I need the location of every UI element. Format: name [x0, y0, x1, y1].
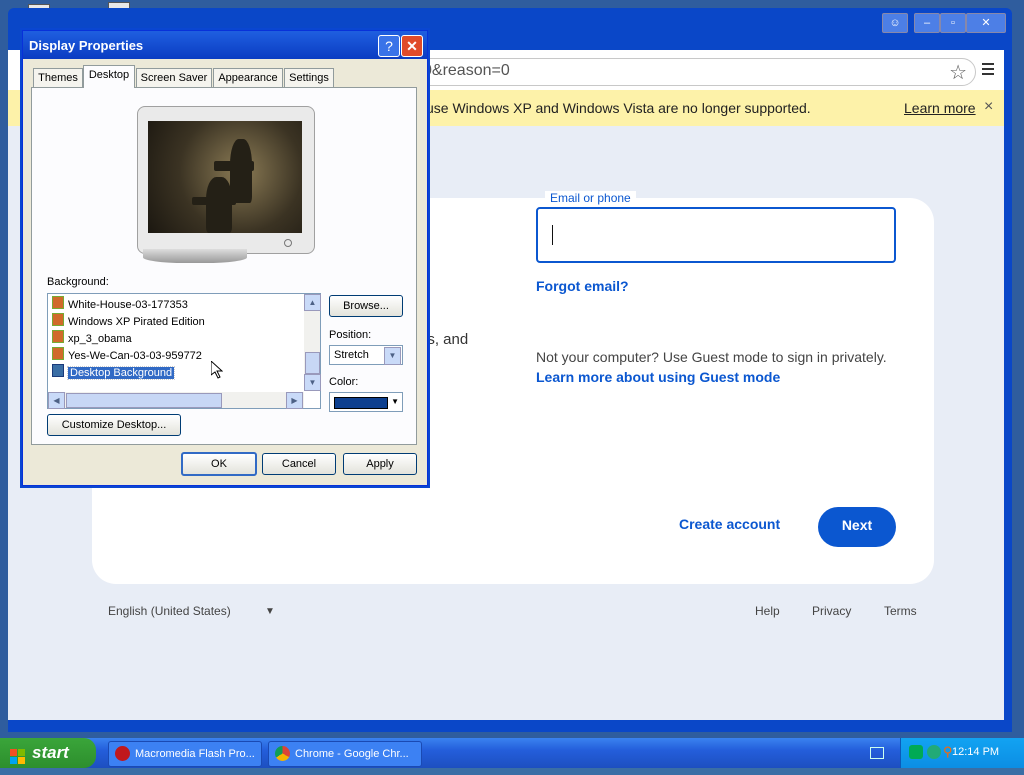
- create-account-button[interactable]: Create account: [679, 516, 780, 532]
- scroll-thumb[interactable]: [66, 393, 222, 408]
- flash-icon: [115, 746, 130, 761]
- color-picker[interactable]: ▼: [329, 392, 403, 412]
- list-item[interactable]: xp_3_obama: [52, 330, 132, 346]
- address-text: 0&reason=0: [423, 62, 510, 79]
- background-list[interactable]: White-House-03-177353 Windows XP Pirated…: [47, 293, 321, 409]
- clock: 12:14 PM: [952, 746, 1000, 758]
- keyboard-icon[interactable]: [870, 747, 884, 759]
- list-item[interactable]: Yes-We-Can-03-03-959772: [52, 347, 202, 363]
- mouse-cursor-icon: [211, 361, 223, 379]
- list-item[interactable]: Windows XP Pirated Edition: [52, 313, 205, 329]
- minimize-icon[interactable]: –: [914, 13, 940, 33]
- email-label: Email or phone: [545, 191, 636, 205]
- star-icon[interactable]: ☆: [949, 60, 967, 85]
- scroll-left-icon[interactable]: ◀: [48, 392, 65, 409]
- scroll-down-icon[interactable]: ▼: [304, 374, 321, 391]
- footer-help[interactable]: Help: [755, 604, 780, 618]
- horizontal-scrollbar[interactable]: ◀ ▶: [48, 392, 304, 409]
- color-label: Color:: [329, 376, 359, 388]
- scroll-right-icon[interactable]: ▶: [286, 392, 303, 409]
- image-file-icon: [52, 296, 64, 309]
- customize-desktop-button[interactable]: Customize Desktop...: [47, 414, 181, 436]
- chevron-down-icon[interactable]: ▼: [265, 606, 275, 617]
- position-select[interactable]: Stretch ▼: [329, 345, 403, 365]
- restore-icon[interactable]: ▫: [940, 13, 966, 33]
- taskbar-item-flash[interactable]: Macromedia Flash Pro...: [108, 741, 262, 767]
- banner-text: use Windows XP and Windows Vista are no …: [426, 100, 811, 116]
- ok-button[interactable]: OK: [181, 452, 257, 476]
- cancel-button[interactable]: Cancel: [262, 453, 336, 475]
- dialog-titlebar[interactable]: Display Properties ? ✕: [23, 31, 427, 59]
- apply-button[interactable]: Apply: [343, 453, 417, 475]
- vertical-scrollbar[interactable]: ▲ ▼: [304, 294, 321, 391]
- email-input[interactable]: [536, 207, 896, 263]
- tab-themes[interactable]: Themes: [33, 68, 83, 87]
- close-icon[interactable]: ✕: [401, 35, 423, 57]
- footer-terms[interactable]: Terms: [884, 604, 917, 618]
- tab-desktop[interactable]: Desktop: [83, 65, 135, 88]
- scroll-up-icon[interactable]: ▲: [304, 294, 321, 311]
- footer-privacy[interactable]: Privacy: [812, 604, 851, 618]
- not-your-computer-text: Not your computer? Use Guest mode to sig…: [536, 349, 887, 365]
- taskbar-item-chrome[interactable]: Chrome - Google Chr...: [268, 741, 422, 767]
- image-file-icon: [52, 347, 64, 360]
- start-label: start: [32, 743, 69, 762]
- background-label: Background:: [47, 276, 109, 288]
- list-item[interactable]: White-House-03-177353: [52, 296, 188, 312]
- tab-settings[interactable]: Settings: [284, 68, 334, 87]
- chevron-down-icon[interactable]: ▼: [391, 393, 399, 411]
- desktop-icon: [52, 364, 64, 377]
- monitor-preview: [137, 106, 315, 254]
- chrome-icon: [275, 746, 290, 761]
- taskbar: start Macromedia Flash Pro... Chrome - G…: [0, 738, 1024, 768]
- banner-close-icon[interactable]: ×: [984, 98, 993, 116]
- display-properties-dialog: Display Properties ? ✕ Themes Desktop Sc…: [22, 30, 428, 486]
- image-file-icon: [52, 330, 64, 343]
- guest-mode-link[interactable]: Learn more about using Guest mode: [536, 369, 780, 385]
- windows-flag-icon: [10, 745, 26, 764]
- close-icon[interactable]: ✕: [966, 13, 1006, 33]
- color-swatch: [334, 397, 388, 409]
- forgot-email-link[interactable]: Forgot email?: [536, 278, 629, 294]
- wallpaper-preview: [148, 121, 302, 233]
- image-file-icon: [52, 313, 64, 326]
- menu-icon[interactable]: [982, 60, 996, 82]
- browse-button[interactable]: Browse...: [329, 295, 403, 317]
- position-value: Stretch: [334, 349, 369, 361]
- monitor-stand: [143, 249, 247, 263]
- address-bar[interactable]: 0&reason=0 ☆: [408, 58, 976, 86]
- list-item-selected[interactable]: Desktop Background: [52, 364, 176, 380]
- start-button[interactable]: start: [0, 738, 96, 768]
- user-icon[interactable]: ☺: [882, 13, 908, 33]
- dialog-title: Display Properties: [29, 38, 144, 53]
- tab-screen-saver[interactable]: Screen Saver: [136, 68, 212, 87]
- help-icon[interactable]: ?: [378, 35, 400, 57]
- network-icon[interactable]: [909, 745, 923, 759]
- chevron-down-icon[interactable]: ▼: [384, 347, 401, 365]
- scroll-thumb[interactable]: [305, 352, 320, 374]
- position-label: Position:: [329, 329, 372, 341]
- security-icon[interactable]: [927, 745, 941, 759]
- monitor-power-icon: [284, 239, 292, 247]
- tab-appearance[interactable]: Appearance: [213, 68, 283, 87]
- language-select[interactable]: English (United States): [108, 604, 231, 618]
- banner-learn-more[interactable]: Learn more: [904, 100, 976, 116]
- text-caret: [552, 225, 553, 245]
- next-button[interactable]: Next: [818, 507, 896, 547]
